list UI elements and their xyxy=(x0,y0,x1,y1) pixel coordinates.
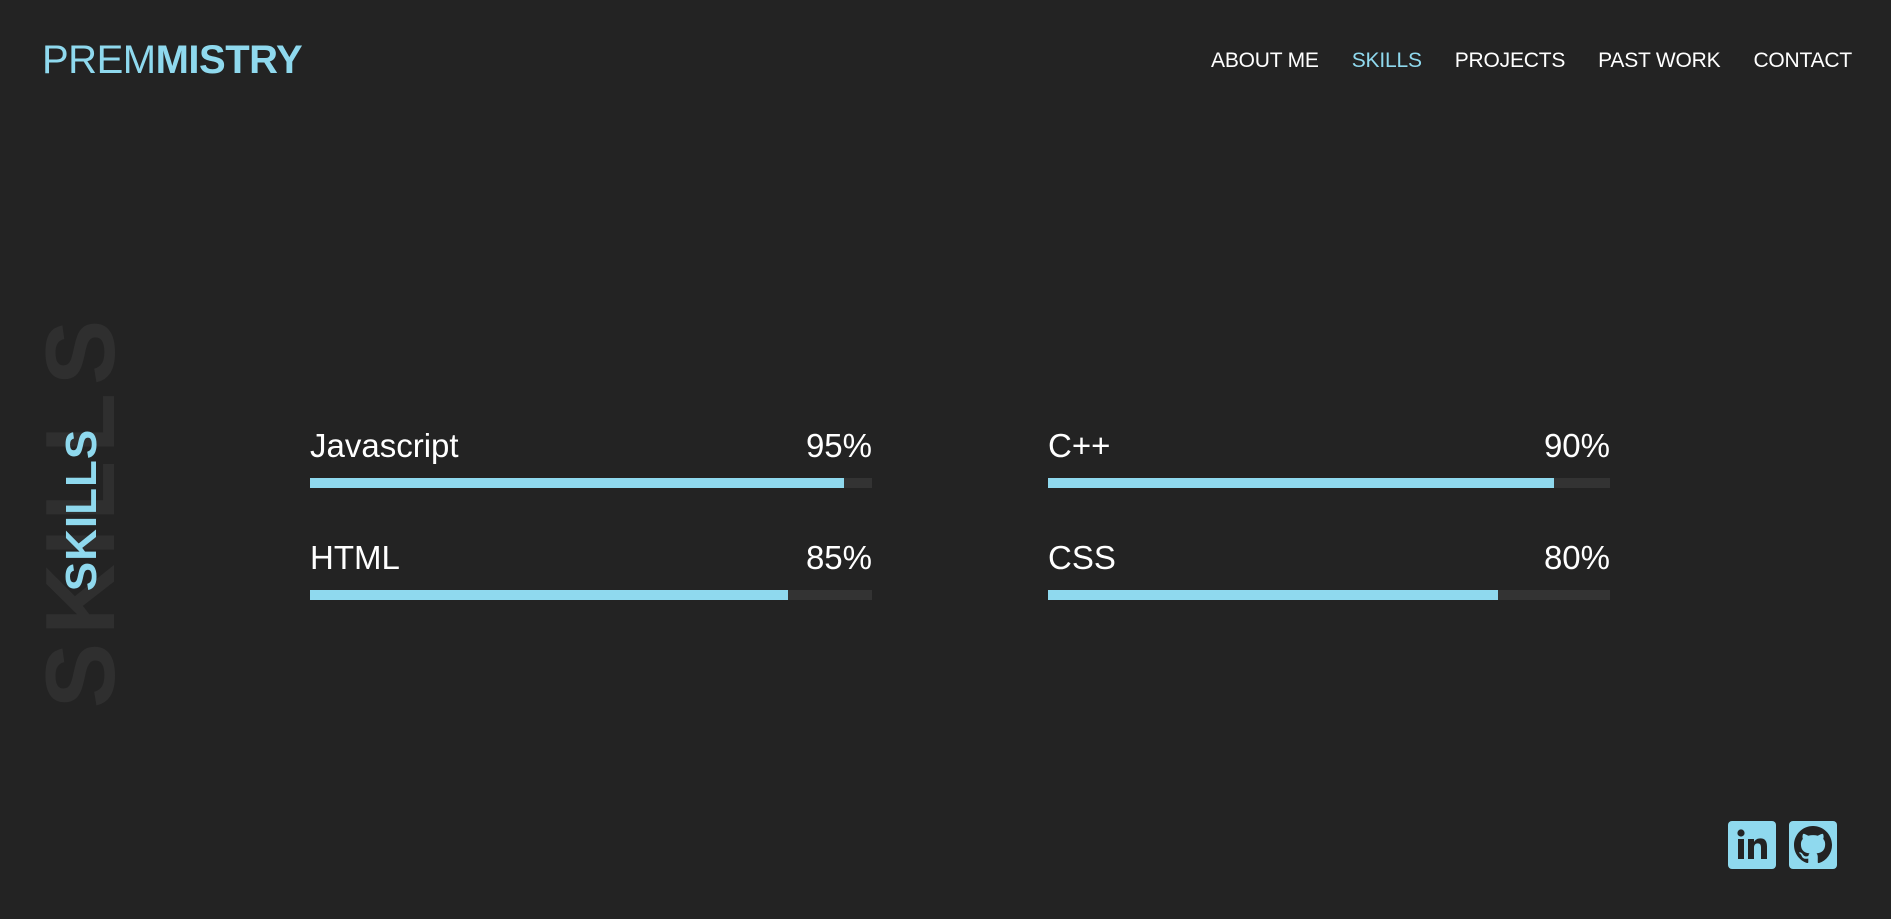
skill-name: CSS xyxy=(1048,539,1116,576)
skill-percent: 95% xyxy=(805,427,872,464)
github-button[interactable] xyxy=(1789,821,1837,869)
skill-header: CSS 80% xyxy=(1048,538,1610,578)
skill-bar-fill xyxy=(310,590,788,600)
skill-item-html: HTML 85% xyxy=(310,538,872,600)
skill-item-cpp: C++ 90% xyxy=(1048,426,1610,488)
main-nav: ABOUT ME SKILLS PROJECTS PAST WORK CONTA… xyxy=(1211,47,1852,75)
nav-past-work[interactable]: PAST WORK xyxy=(1598,47,1720,75)
github-icon xyxy=(1794,826,1832,864)
skill-bar-track xyxy=(310,590,872,600)
skill-bar-track xyxy=(310,478,872,488)
skill-percent: 90% xyxy=(1543,427,1610,464)
linkedin-button[interactable] xyxy=(1728,821,1776,869)
skill-name: C++ xyxy=(1048,427,1111,464)
skill-bar-track xyxy=(1048,590,1610,600)
nav-skills[interactable]: SKILLS xyxy=(1352,47,1422,75)
skill-name: HTML xyxy=(310,539,400,576)
skill-percent: 80% xyxy=(1543,539,1610,576)
nav-projects[interactable]: PROJECTS xyxy=(1455,47,1566,75)
site-logo[interactable]: PREMMISTRY xyxy=(42,36,303,84)
logo-last-name: MISTRY xyxy=(155,38,303,82)
skill-name: Javascript xyxy=(310,427,459,464)
nav-contact[interactable]: CONTACT xyxy=(1753,47,1852,75)
skill-header: Javascript 95% xyxy=(310,426,872,466)
skill-bar-fill xyxy=(310,478,844,488)
skill-item-javascript: Javascript 95% xyxy=(310,426,872,488)
skill-percent: 85% xyxy=(805,539,872,576)
section-title: SKILLS xyxy=(57,428,106,592)
skill-header: C++ 90% xyxy=(1048,426,1610,466)
skill-bar-fill xyxy=(1048,590,1498,600)
linkedin-icon xyxy=(1737,829,1767,859)
skill-bar-fill xyxy=(1048,478,1554,488)
skill-bar-track xyxy=(1048,478,1610,488)
social-links xyxy=(1728,821,1837,869)
page: PREMMISTRY ABOUT ME SKILLS PROJECTS PAST… xyxy=(0,0,1891,919)
logo-first-name: PREM xyxy=(42,38,156,82)
nav-about-me[interactable]: ABOUT ME xyxy=(1211,47,1319,75)
skill-header: HTML 85% xyxy=(310,538,872,578)
skill-item-css: CSS 80% xyxy=(1048,538,1610,600)
